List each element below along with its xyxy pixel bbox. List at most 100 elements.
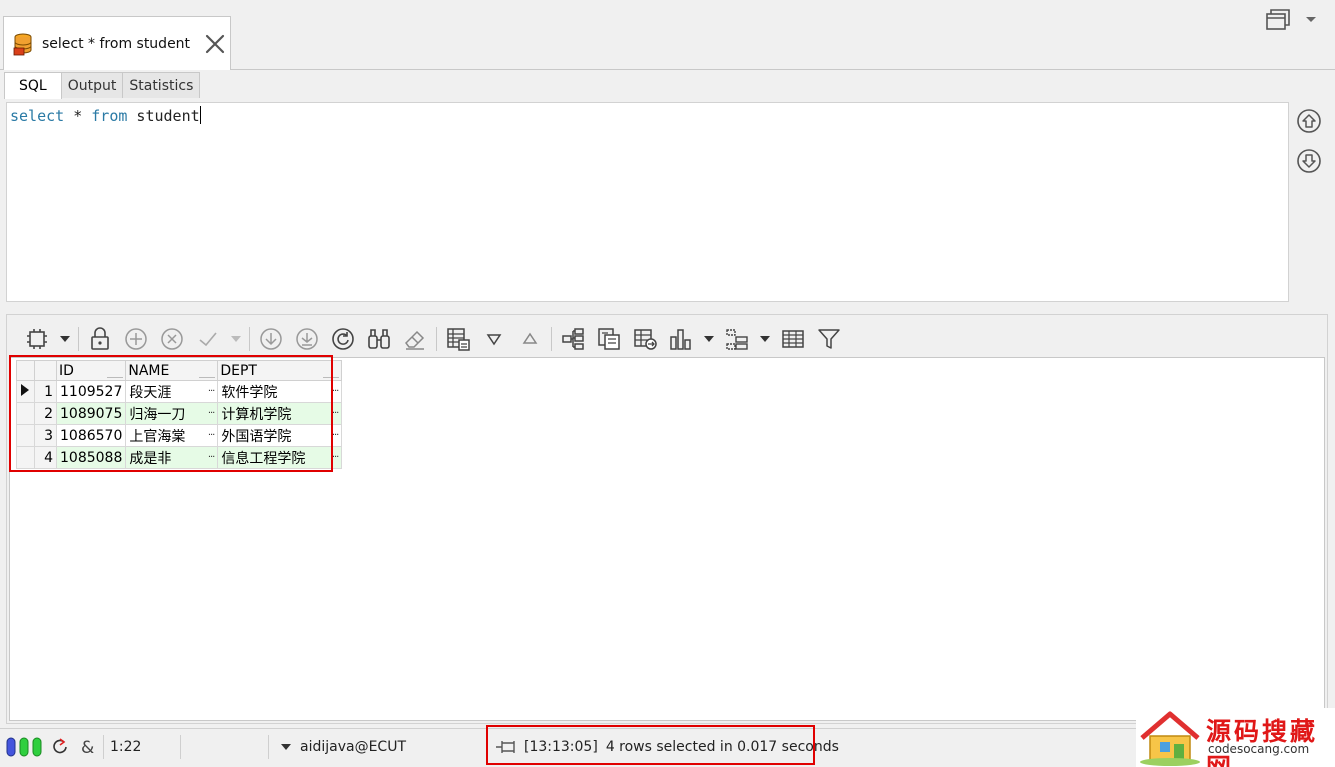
cell-id[interactable]: 1109527 [55,380,127,403]
copy-icon [598,328,620,350]
cell-more-button[interactable]: ··· [332,386,339,397]
document-tab[interactable]: select * from student [3,16,231,70]
text-caret [199,106,201,124]
substitution-toggle[interactable]: & [80,729,98,765]
close-icon[interactable] [204,33,226,55]
session-bars-icon [6,737,42,757]
tree-icon [562,328,584,350]
connection-label: aidijava@ECUT [300,739,406,755]
copy-button[interactable] [591,323,627,355]
ampersand-icon: & [81,738,94,757]
column-header-name[interactable]: NAME [125,360,219,381]
fetch-next-button[interactable] [253,323,289,355]
single-record-button[interactable] [440,323,476,355]
dropdown-icon [760,336,770,342]
document-tab-strip: select * from student [0,0,1335,70]
connection-selector[interactable]: aidijava@ECUT [280,729,406,765]
tab-sql[interactable]: SQL [4,72,62,99]
cell-name[interactable]: 上官海棠 ··· [125,424,219,447]
filter-button[interactable] [811,323,847,355]
lock-button[interactable] [82,323,118,355]
cell-dept[interactable]: 计算机学院 ··· [217,402,343,425]
add-row-button[interactable] [118,323,154,355]
cell-name[interactable]: 段天涯 ··· [125,380,219,403]
previous-statement-icon[interactable] [1296,108,1322,134]
clear-button[interactable] [397,323,433,355]
post-dropdown[interactable] [226,323,246,355]
status-timestamp: [13:13:05] [524,739,598,755]
export-icon [634,329,657,350]
cell-more-button[interactable]: ··· [208,430,215,441]
grid-mode-dropdown[interactable] [55,323,75,355]
table-row[interactable]: 1 1109527 段天涯 ··· 软件学院 ··· [16,380,343,403]
tree-button[interactable] [555,323,591,355]
cell-more-button[interactable]: ··· [332,408,339,419]
tab-statistics[interactable]: Statistics [122,72,201,98]
refresh-button[interactable] [325,323,361,355]
cell-more-button[interactable]: ··· [332,430,339,441]
watermark: 源码搜藏网 codesocang.com [1136,708,1335,767]
table-row[interactable]: 4 1085088 成是非 ··· 信息工程学院 ··· [16,446,343,469]
cell-id[interactable]: 1086570 [55,424,127,447]
tab-sql-label: SQL [19,78,47,94]
row-indicator [16,424,35,447]
sql-editor-window: select * from student SQL Output Statist… [0,0,1335,767]
cell-more-button[interactable]: ··· [208,452,215,463]
cell-id[interactable]: 1085088 [55,446,127,469]
post-button[interactable] [190,323,226,355]
tab-statistics-label: Statistics [129,77,194,94]
delete-row-button[interactable] [154,323,190,355]
row-indicator [16,446,35,469]
cell-name[interactable]: 成是非 ··· [125,446,219,469]
column-header-label: DEPT [220,362,257,379]
cell-id[interactable]: 1089075 [55,402,127,425]
sort-desc-button[interactable] [476,323,512,355]
column-header-dept[interactable]: DEPT [217,360,343,381]
status-text: 4 rows selected in 0.017 seconds [605,739,839,755]
restore-window-icon[interactable] [1265,6,1291,32]
result-panel: ID NAME DEPT 1 1109527 段天涯 ··· 软件学院 ··· [6,314,1328,724]
next-statement-icon[interactable] [1296,148,1322,174]
status-message: [13:13:05] 4 rows selected in 0.017 seco… [494,729,839,765]
sql-editor[interactable]: select * from student [6,102,1289,302]
result-grid[interactable]: ID NAME DEPT 1 1109527 段天涯 ··· 软件学院 ··· [9,357,1325,721]
cell-name-value: 归海一刀 [129,406,186,423]
cell-dept[interactable]: 外国语学院 ··· [217,424,343,447]
cell-more-button[interactable]: ··· [332,452,339,463]
row-number: 1 [34,380,57,403]
autocommit-toggle[interactable] [50,729,70,765]
header-rownum-cell [34,360,57,381]
group-button[interactable] [719,323,755,355]
chart-button[interactable] [663,323,699,355]
table-row[interactable]: 2 1089075 归海一刀 ··· 计算机学院 ··· [16,402,343,425]
cell-more-button[interactable]: ··· [208,408,215,419]
group-dropdown[interactable] [755,323,775,355]
single-record-icon [447,328,470,351]
table-row[interactable]: 3 1086570 上官海棠 ··· 外国语学院 ··· [16,424,343,447]
watermark-title: 源码搜藏网 [1206,717,1319,767]
row-indicator [16,402,35,425]
cell-dept[interactable]: 信息工程学院 ··· [217,446,343,469]
find-button[interactable] [361,323,397,355]
grid-mode-button[interactable] [19,323,55,355]
sql-text[interactable]: select * from student [10,106,201,125]
tab-output[interactable]: Output [60,72,124,98]
chevron-down-icon[interactable] [1305,14,1317,24]
export-button[interactable] [627,323,663,355]
watermark-subtitle: codesocang.com [1208,742,1310,756]
cell-dept[interactable]: 软件学院 ··· [217,380,343,403]
column-header-id[interactable]: ID [55,360,127,381]
fetch-all-button[interactable] [289,323,325,355]
sort-asc-button[interactable] [512,323,548,355]
cell-more-button[interactable]: ··· [208,386,215,397]
chart-dropdown[interactable] [699,323,719,355]
group-icon [726,329,748,350]
refresh-icon [332,328,354,350]
table-view-button[interactable] [775,323,811,355]
pin-icon[interactable] [494,738,518,756]
add-row-icon [125,328,147,350]
document-tab-label: select * from student [42,35,191,52]
fetch-next-icon [260,328,282,350]
cursor-position: 1:22 [110,739,142,755]
cell-name[interactable]: 归海一刀 ··· [125,402,219,425]
